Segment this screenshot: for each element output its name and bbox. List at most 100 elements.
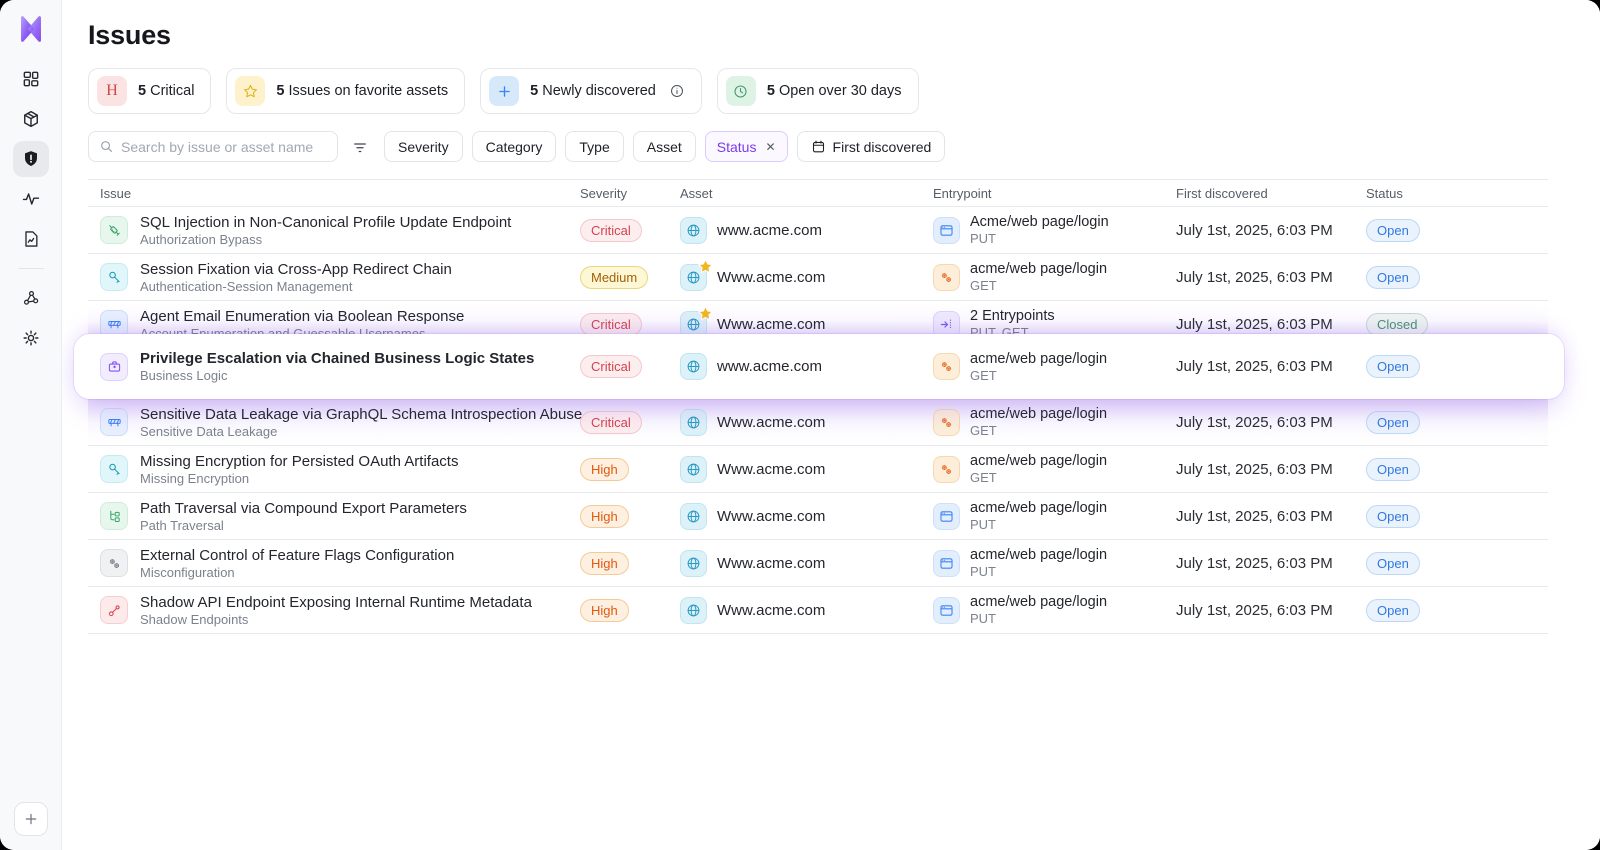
entrypoint-name: Acme/web page/login bbox=[970, 214, 1109, 230]
browser-icon bbox=[933, 503, 960, 530]
table-row-selected[interactable]: Privilege Escalation via Chained Busines… bbox=[74, 334, 1564, 399]
sidebar-item-activity[interactable] bbox=[13, 181, 49, 217]
sidebar-item-integrations[interactable] bbox=[13, 280, 49, 316]
favorite-star-icon bbox=[697, 258, 711, 272]
first-discovered-value: July 1st, 2025, 6:03 PM bbox=[1164, 602, 1354, 619]
table-row[interactable]: Path Traversal via Compound Export Param… bbox=[88, 493, 1548, 540]
table-row[interactable]: Missing Encryption for Persisted OAuth A… bbox=[88, 446, 1548, 493]
close-icon[interactable]: ✕ bbox=[765, 140, 775, 154]
globe-icon bbox=[680, 550, 707, 577]
app-logo-icon[interactable] bbox=[11, 9, 51, 49]
search-icon bbox=[99, 139, 114, 154]
page-title: Issues bbox=[88, 20, 1574, 51]
filter-button-asset[interactable]: Asset bbox=[633, 131, 696, 162]
plus-icon bbox=[489, 76, 519, 106]
entrypoint-name: 2 Entrypoints bbox=[970, 308, 1055, 324]
gear-icon bbox=[21, 328, 41, 348]
status-badge: Open bbox=[1366, 266, 1420, 289]
issue-category: Path Traversal bbox=[140, 518, 467, 533]
status-filter-label: Status bbox=[717, 139, 757, 155]
sidebar-item-issues[interactable] bbox=[13, 141, 49, 177]
status-badge: Open bbox=[1366, 505, 1420, 528]
severity-badge: Critical bbox=[580, 313, 642, 336]
globe-icon bbox=[680, 264, 707, 291]
entrypoint-name: acme/web page/login bbox=[970, 594, 1107, 610]
entrypoint-name: acme/web page/login bbox=[970, 406, 1107, 422]
add-button[interactable] bbox=[14, 802, 48, 836]
issue-title: Agent Email Enumeration via Boolean Resp… bbox=[140, 308, 464, 325]
first-discovered-value: July 1st, 2025, 6:03 PM bbox=[1164, 461, 1354, 478]
entrypoint-name: acme/web page/login bbox=[970, 351, 1107, 367]
dashboard-icon bbox=[21, 69, 41, 89]
browser-icon bbox=[933, 217, 960, 244]
key-icon bbox=[100, 455, 128, 483]
info-icon[interactable] bbox=[669, 83, 685, 99]
summary-card-label: 5 Critical bbox=[138, 83, 194, 99]
filter-button-category[interactable]: Category bbox=[472, 131, 557, 162]
summary-card-star[interactable]: 5 Issues on favorite assets bbox=[226, 68, 465, 114]
issue-title: SQL Injection in Non-Canonical Profile U… bbox=[140, 214, 511, 231]
asset-name: Www.acme.com bbox=[717, 414, 825, 431]
issue-category: Misconfiguration bbox=[140, 565, 454, 580]
entrypoint-name: acme/web page/login bbox=[970, 547, 1107, 563]
table-row[interactable]: Session Fixation via Cross-App Redirect … bbox=[88, 254, 1548, 301]
sidebar-item-reports[interactable] bbox=[13, 221, 49, 257]
issue-title: Shadow API Endpoint Exposing Internal Ru… bbox=[140, 594, 532, 611]
issue-title: External Control of Feature Flags Config… bbox=[140, 547, 454, 564]
favorite-star-icon bbox=[697, 305, 711, 319]
search-box[interactable] bbox=[88, 131, 338, 162]
activity-icon bbox=[21, 189, 41, 209]
app-window: Issues H5 Critical 5 Issues on favorite a… bbox=[0, 0, 1600, 850]
summary-card-clock[interactable]: 5 Open over 30 days bbox=[717, 68, 919, 114]
sidebar-item-dashboard[interactable] bbox=[13, 61, 49, 97]
table-row[interactable]: Shadow API Endpoint Exposing Internal Ru… bbox=[88, 587, 1548, 634]
first-discovered-value: July 1st, 2025, 6:03 PM bbox=[1164, 222, 1354, 239]
table-row[interactable]: External Control of Feature Flags Config… bbox=[88, 540, 1548, 587]
first-discovered-value: July 1st, 2025, 6:03 PM bbox=[1164, 358, 1354, 375]
entrypoint-method: PUT bbox=[970, 231, 1109, 246]
asset-name: Www.acme.com bbox=[717, 508, 825, 525]
column-header-issue: Issue bbox=[88, 186, 568, 201]
severity-badge: High bbox=[580, 552, 629, 575]
table-header: IssueSeverityAssetEntrypointFirst discov… bbox=[88, 179, 1548, 207]
filter-button-type[interactable]: Type bbox=[565, 131, 623, 162]
severity-badge: Critical bbox=[580, 219, 642, 242]
column-header-first-discovered: First discovered bbox=[1164, 186, 1354, 201]
gears-icon bbox=[933, 353, 960, 380]
entrypoint-method: PUT bbox=[970, 517, 1107, 532]
issue-title: Missing Encryption for Persisted OAuth A… bbox=[140, 453, 458, 470]
severity-badge: Critical bbox=[580, 355, 642, 378]
status-badge: Open bbox=[1366, 219, 1420, 242]
gears-icon bbox=[933, 456, 960, 483]
filter-lines-icon[interactable] bbox=[347, 138, 375, 156]
entrypoint-name: acme/web page/login bbox=[970, 453, 1107, 469]
asset-name: Www.acme.com bbox=[717, 269, 825, 286]
summary-card-label: 5 Open over 30 days bbox=[767, 83, 902, 99]
summary-card-plus[interactable]: 5 Newly discovered bbox=[480, 68, 702, 114]
syringe-icon bbox=[100, 216, 128, 244]
report-icon bbox=[21, 229, 41, 249]
browser-icon bbox=[933, 550, 960, 577]
sidebar-item-assets[interactable] bbox=[13, 101, 49, 137]
sidebar-item-settings[interactable] bbox=[13, 320, 49, 356]
status-filter-chip[interactable]: Status ✕ bbox=[705, 131, 788, 162]
gears-icon bbox=[100, 549, 128, 577]
gears-icon bbox=[933, 409, 960, 436]
filter-button-severity[interactable]: Severity bbox=[384, 131, 463, 162]
barrier-icon bbox=[100, 408, 128, 436]
search-input[interactable] bbox=[121, 139, 327, 155]
clock-icon bbox=[726, 76, 756, 106]
first-discovered-filter[interactable]: First discovered bbox=[797, 131, 946, 162]
entrypoint-method: GET bbox=[970, 423, 1107, 438]
table-row[interactable]: Sensitive Data Leakage via GraphQL Schem… bbox=[88, 399, 1548, 446]
tree-icon bbox=[100, 502, 128, 530]
issue-title: Path Traversal via Compound Export Param… bbox=[140, 500, 467, 517]
first-discovered-value: July 1st, 2025, 6:03 PM bbox=[1164, 269, 1354, 286]
globe-icon bbox=[680, 456, 707, 483]
asset-name: www.acme.com bbox=[717, 222, 822, 239]
summary-card-h-badge[interactable]: H5 Critical bbox=[88, 68, 211, 114]
issue-category: Authorization Bypass bbox=[140, 232, 511, 247]
table-row[interactable]: SQL Injection in Non-Canonical Profile U… bbox=[88, 207, 1548, 254]
issue-category: Sensitive Data Leakage bbox=[140, 424, 568, 439]
asset-name: www.acme.com bbox=[717, 358, 822, 375]
